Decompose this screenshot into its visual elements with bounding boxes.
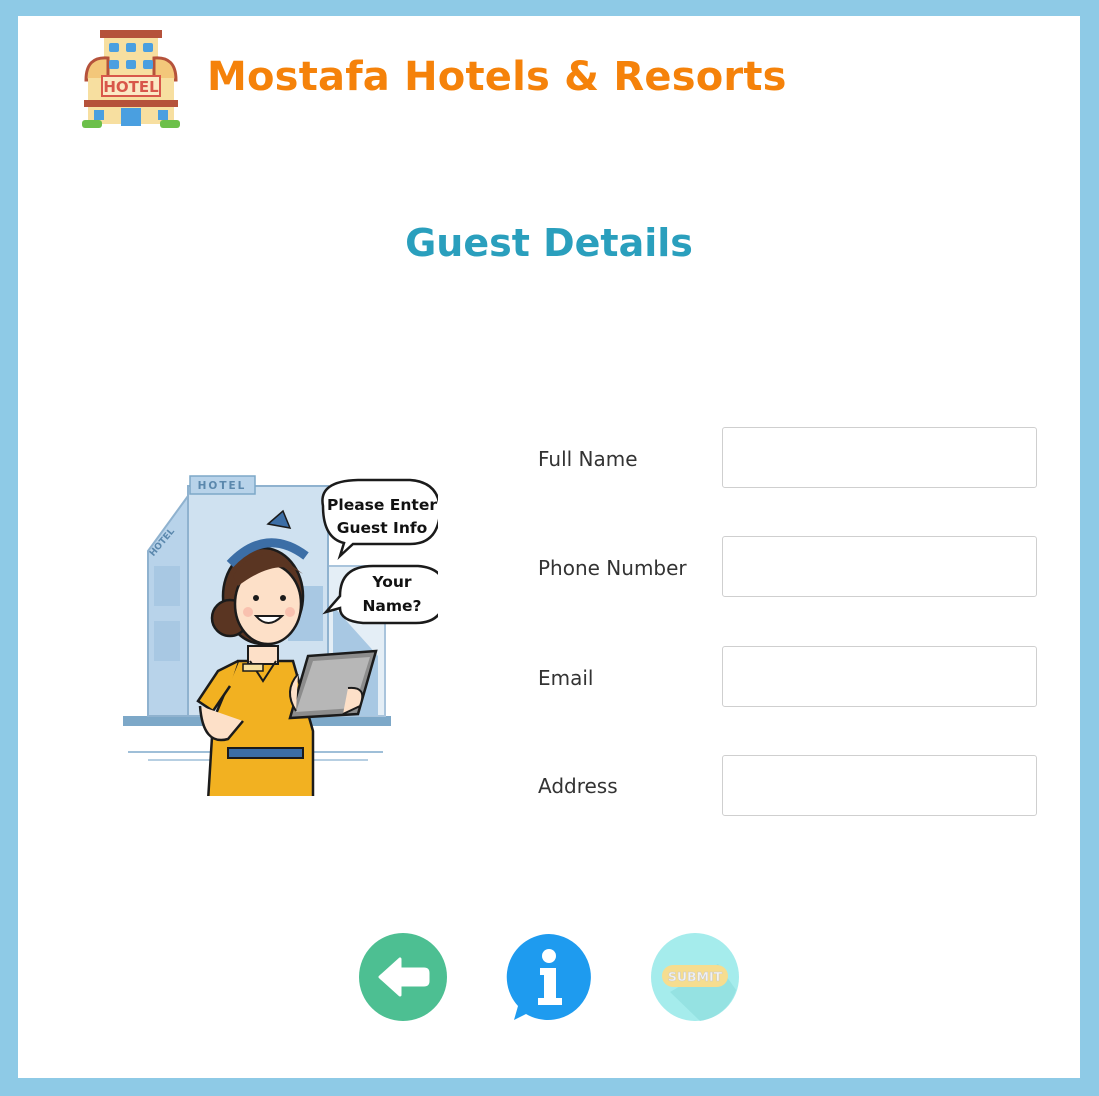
- info-icon: [506, 934, 591, 1020]
- address-input[interactable]: [722, 755, 1037, 816]
- email-label: Email: [538, 666, 594, 690]
- arrow-left-icon: [359, 933, 447, 1021]
- svg-text:Name?: Name?: [362, 597, 421, 615]
- info-button[interactable]: [504, 932, 594, 1022]
- svg-text:HOTEL: HOTEL: [198, 480, 247, 492]
- submit-button[interactable]: SUBMIT: [650, 932, 740, 1022]
- full-name-label: Full Name: [538, 447, 638, 471]
- email-input[interactable]: [722, 646, 1037, 707]
- svg-text:HOTEL: HOTEL: [103, 78, 159, 96]
- svg-text:Your: Your: [371, 573, 411, 591]
- svg-text:SUBMIT: SUBMIT: [668, 969, 723, 984]
- back-button[interactable]: [358, 932, 448, 1022]
- phone-number-label: Phone Number: [538, 556, 687, 580]
- svg-text:Guest Info: Guest Info: [337, 519, 428, 537]
- page-title: Guest Details: [405, 221, 693, 265]
- address-label: Address: [538, 774, 618, 798]
- brand-name: Mostafa Hotels & Resorts: [207, 54, 787, 100]
- phone-number-input[interactable]: [722, 536, 1037, 597]
- hotel-building-icon: HOTEL: [82, 30, 180, 128]
- main-panel: HOTEL Mostafa Hotels & Resorts Guest Det…: [18, 16, 1080, 1078]
- receptionist-illustration: HOTEL HOTEL Please Enter Guest Info Your…: [123, 475, 438, 796]
- svg-text:Please Enter: Please Enter: [327, 496, 437, 514]
- full-name-input[interactable]: [722, 427, 1037, 488]
- submit-icon: SUBMIT: [651, 933, 739, 1021]
